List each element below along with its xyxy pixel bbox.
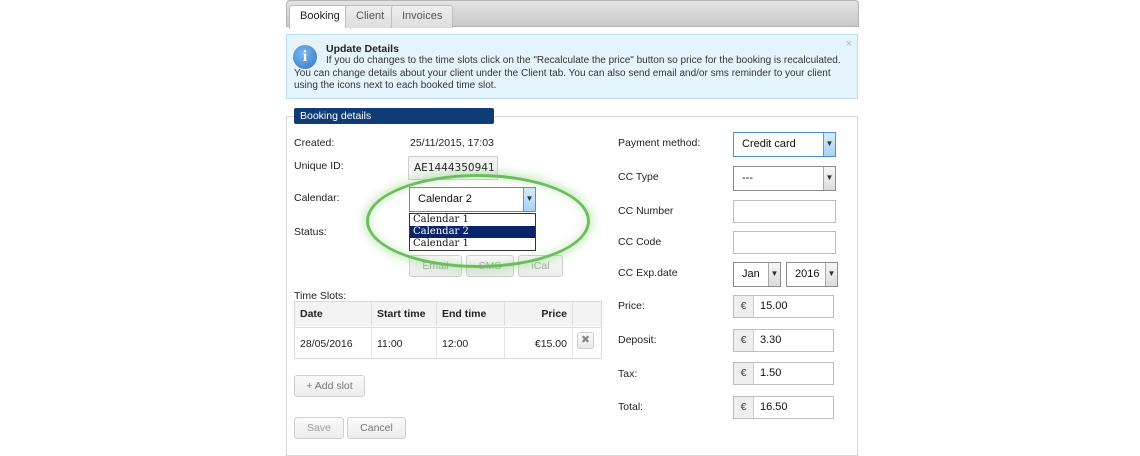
euro-icon: € xyxy=(734,330,754,351)
euro-icon: € xyxy=(734,363,754,384)
column-header-date: Date xyxy=(295,302,372,326)
tax-value: 1.50 xyxy=(760,367,782,379)
tax-label: Tax: xyxy=(618,368,638,380)
price-field[interactable]: € 15.00 xyxy=(733,295,834,318)
column-header-start: Start time xyxy=(372,302,437,326)
cell-start-time: 11:00 xyxy=(372,327,437,359)
euro-icon: € xyxy=(734,296,754,317)
created-label: Created: xyxy=(294,137,335,149)
cc-exp-month-value: Jan xyxy=(742,268,760,280)
unique-id-label: Unique ID: xyxy=(294,160,344,172)
total-value: 16.50 xyxy=(760,401,788,413)
cc-exp-year-select[interactable]: 2016 ▼ xyxy=(786,262,838,287)
cc-code-input[interactable] xyxy=(733,231,836,254)
tab-bar: Booking Client Invoices xyxy=(286,0,859,29)
tab-client[interactable]: Client xyxy=(345,5,396,28)
created-value: 25/11/2015, 17:03 xyxy=(410,137,494,149)
payment-method-label: Payment method: xyxy=(618,137,701,149)
cc-number-input[interactable] xyxy=(733,200,836,223)
info-text: If you do changes to the time slots clic… xyxy=(294,55,841,91)
price-label: Price: xyxy=(618,300,645,312)
add-slot-button[interactable]: + Add slot xyxy=(294,375,365,397)
deposit-value: 3.30 xyxy=(760,334,782,346)
column-header-actions xyxy=(573,302,601,326)
cc-type-select[interactable]: --- ▼ xyxy=(733,166,836,191)
cc-exp-label: CC Exp.date xyxy=(618,267,678,279)
deposit-field[interactable]: € 3.30 xyxy=(733,329,834,352)
euro-icon: € xyxy=(734,397,754,418)
save-button[interactable]: Save xyxy=(294,417,344,439)
info-box: i Update Details If you do changes to th… xyxy=(286,34,858,99)
tab-booking[interactable]: Booking xyxy=(289,5,351,29)
close-icon[interactable]: × xyxy=(846,38,852,50)
column-header-price: Price xyxy=(505,302,573,326)
payment-method-value: Credit card xyxy=(742,138,796,150)
cc-number-label: CC Number xyxy=(618,205,674,217)
total-field[interactable]: € 16.50 xyxy=(733,396,834,419)
price-value: 15.00 xyxy=(760,300,788,312)
cancel-button[interactable]: Cancel xyxy=(347,417,406,439)
column-header-end: End time xyxy=(437,302,505,326)
tab-invoices[interactable]: Invoices xyxy=(391,5,454,28)
cell-end-time: 12:00 xyxy=(437,327,505,359)
cc-exp-year-value: 2016 xyxy=(795,268,820,280)
calendar-label: Calendar: xyxy=(294,192,340,204)
status-label: Status: xyxy=(294,226,327,238)
cell-price: €15.00 xyxy=(505,327,573,359)
chevron-down-icon[interactable]: ▼ xyxy=(823,133,835,156)
payment-method-select[interactable]: Credit card ▼ xyxy=(733,132,836,157)
panel-title: Booking details xyxy=(294,108,494,124)
info-title: Update Details xyxy=(326,43,399,55)
chevron-down-icon[interactable]: ▼ xyxy=(825,263,837,286)
tax-field[interactable]: € 1.50 xyxy=(733,362,834,385)
cc-exp-month-select[interactable]: Jan ▼ xyxy=(733,262,781,287)
delete-slot-icon[interactable]: ✖ xyxy=(577,332,594,349)
chevron-down-icon[interactable]: ▼ xyxy=(823,167,835,190)
time-slots-table: Date Start time End time Price 28/05/201… xyxy=(294,301,602,359)
cc-type-label: CC Type xyxy=(618,171,659,183)
cell-date: 28/05/2016 xyxy=(295,327,372,359)
highlight-ring xyxy=(366,174,590,268)
total-label: Total: xyxy=(618,401,644,413)
cc-code-label: CC Code xyxy=(618,236,662,248)
chevron-down-icon[interactable]: ▼ xyxy=(768,263,780,286)
cc-type-value: --- xyxy=(742,172,753,184)
deposit-label: Deposit: xyxy=(618,334,657,346)
